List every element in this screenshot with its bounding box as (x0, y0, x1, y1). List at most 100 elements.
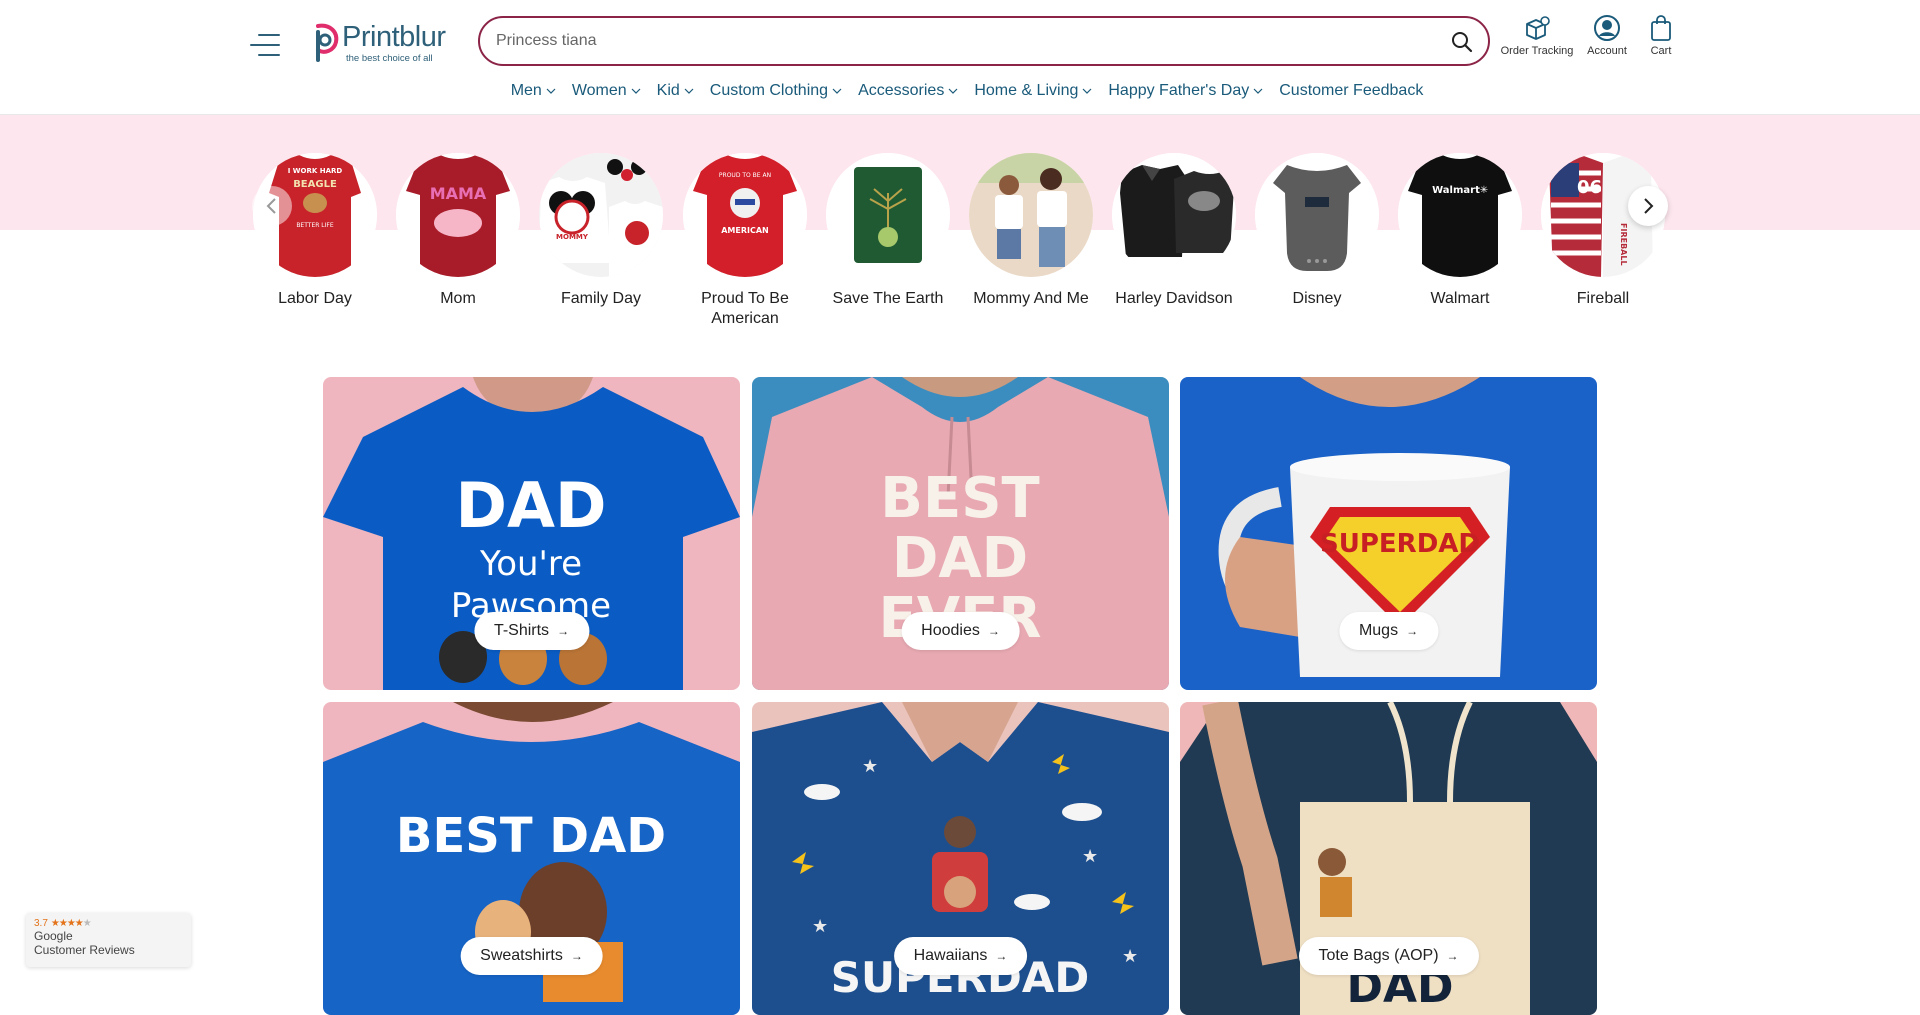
proud-line2: AMERICAN (721, 226, 769, 235)
nav-label: Customer Feedback (1279, 82, 1424, 99)
carousel-next-button[interactable] (1628, 186, 1668, 226)
hawaiians-button[interactable]: Hawaiians → (893, 937, 1028, 975)
hoodies-button[interactable]: Hoodies → (901, 612, 1020, 650)
category-item[interactable]: Mommy And Me (966, 153, 1096, 309)
account-label: Account (1587, 45, 1627, 57)
nav-item-home-living[interactable]: Home & Living (974, 82, 1092, 100)
chevron-down-icon (684, 88, 694, 94)
order-tracking-icon (1523, 14, 1551, 42)
category-label: Walmart (1430, 290, 1490, 307)
chevron-down-icon (1253, 88, 1263, 94)
product-tile-tshirts[interactable]: DAD You're Pawsome T-Shirts → (323, 377, 740, 690)
tile-label: Hawaiians (913, 947, 988, 964)
product-tile-mugs[interactable]: SUPERDAD Mugs → (1180, 377, 1597, 690)
chevron-down-icon (546, 88, 556, 94)
category-item[interactable]: Harley Davidson (1109, 153, 1239, 309)
cart-button[interactable]: Cart (1638, 14, 1684, 64)
proud-line1: PROUD TO BE AN (719, 172, 771, 179)
tshirts-art-line1: DAD (456, 469, 607, 542)
cart-label: Cart (1650, 45, 1672, 57)
search-icon[interactable] (1450, 30, 1474, 54)
category-image: Walmart ✳ (1398, 153, 1522, 277)
category-label: Mommy And Me (973, 290, 1089, 307)
mugs-art-text: SUPERDAD (1320, 529, 1480, 559)
logo-icon (308, 22, 340, 62)
chevron-down-icon (948, 88, 958, 94)
nav-label: Happy Father's Day (1108, 82, 1250, 99)
category-item[interactable]: MAMA Mom (393, 153, 523, 309)
account-button[interactable]: Account (1580, 14, 1634, 64)
arrow-right-icon: → (987, 624, 1000, 638)
category-image: MOMMY (539, 153, 663, 277)
labor-day-line3: BETTER LIFE (296, 222, 334, 229)
product-tile-tote-bags[interactable]: DAD Tote Bags (AOP) → (1180, 702, 1597, 1015)
nav-item-fathers-day[interactable]: Happy Father's Day (1108, 82, 1263, 100)
svg-text:★: ★ (812, 916, 828, 937)
nav-item-men[interactable]: Men (511, 82, 556, 100)
tile-label: Hoodies (921, 622, 980, 639)
category-label: Save The Earth (832, 290, 944, 307)
arrow-right-icon: → (1446, 949, 1459, 963)
svg-text:★: ★ (1082, 846, 1098, 867)
review-label: Customer Reviews (34, 943, 135, 957)
tile-label: Sweatshirts (480, 947, 563, 964)
labor-day-line1: I WORK HARD (288, 167, 343, 175)
nav-item-women[interactable]: Women (572, 82, 641, 100)
nav-item-accessories[interactable]: Accessories (858, 82, 958, 100)
product-tile-hawaiians[interactable]: ★ ★ ★ ★ SUPERDAD Hawaiians → (752, 702, 1169, 1015)
category-item[interactable]: I WORK HARD BEAGLE BETTER LIFE Labor Day (250, 153, 380, 309)
mugs-button[interactable]: Mugs → (1338, 612, 1439, 650)
hoodies-art-line1: BEST (880, 466, 1039, 531)
tshirts-art-line2: You're (479, 544, 582, 584)
nav-item-custom-clothing[interactable]: Custom Clothing (710, 82, 842, 100)
category-image: PROUD TO BE AN AMERICAN (683, 153, 807, 277)
chevron-right-icon (1644, 198, 1654, 214)
chevron-left-icon (266, 198, 276, 214)
arrow-right-icon: → (570, 949, 583, 963)
mom-art-text: MAMA (430, 184, 487, 203)
nav-label: Kid (656, 82, 680, 99)
search-input[interactable] (496, 29, 1396, 53)
category-item[interactable]: 06 FIREBALL Fireball (1538, 153, 1668, 309)
family-day-art-text: MOMMY (556, 233, 589, 241)
category-image (826, 153, 950, 277)
category-item[interactable]: PROUD TO BE AN AMERICAN Proud To Be Amer… (680, 153, 810, 329)
category-label: Mom (440, 290, 476, 307)
product-tile-sweatshirts[interactable]: BEST DAD Sweatshirts → (323, 702, 740, 1015)
category-image (1255, 153, 1379, 277)
tile-label: T-Shirts (493, 622, 550, 639)
google-reviews-badge[interactable]: 3.7 ★★★★★ Google Customer Reviews (26, 913, 191, 967)
category-item[interactable]: Disney (1252, 153, 1382, 309)
review-source: Google (34, 929, 73, 943)
logo-tagline: the best choice of all (346, 53, 433, 64)
product-tile-hoodies[interactable]: BEST DAD EVER Hoodies→ (752, 377, 1169, 690)
tile-label: Tote Bags (AOP) (1318, 947, 1439, 964)
svg-text:★: ★ (862, 756, 878, 777)
order-tracking-button[interactable]: Order Tracking (1498, 14, 1576, 64)
sweatshirts-button[interactable]: Sweatshirts → (460, 937, 603, 975)
cart-icon (1649, 14, 1673, 42)
category-label: Harley Davidson (1115, 290, 1233, 307)
category-item[interactable]: Walmart ✳ Walmart (1395, 153, 1525, 309)
site-logo[interactable]: Printblur the best choice of all (308, 22, 446, 66)
nav-item-kid[interactable]: Kid (657, 82, 694, 100)
hoodies-art-line2: DAD (892, 526, 1028, 591)
nav-label: Accessories (858, 82, 945, 99)
review-rating: 3.7 (34, 918, 48, 929)
search-bar (478, 16, 1490, 66)
nav-item-customer-feedback[interactable]: Customer Feedback (1279, 82, 1423, 100)
category-image: MAMA (396, 153, 520, 277)
account-icon (1593, 14, 1621, 42)
category-label: Family Day (560, 290, 641, 307)
chevron-down-icon (1082, 88, 1092, 94)
carousel-prev-button[interactable] (252, 186, 292, 226)
menu-icon[interactable] (250, 34, 280, 58)
logo-name: Printblur (342, 21, 446, 53)
category-item[interactable]: MOMMY Family Day (536, 153, 666, 309)
tote-bags-button[interactable]: Tote Bags (AOP) → (1298, 937, 1479, 975)
category-item[interactable]: Save The Earth (823, 153, 953, 309)
tshirts-button[interactable]: T-Shirts → (473, 612, 590, 650)
tile-label: Mugs (1358, 622, 1399, 639)
svg-text:✳: ✳ (1480, 185, 1488, 196)
main-nav: Men Women Kid Custom Clothing Accessorie… (0, 82, 1920, 100)
